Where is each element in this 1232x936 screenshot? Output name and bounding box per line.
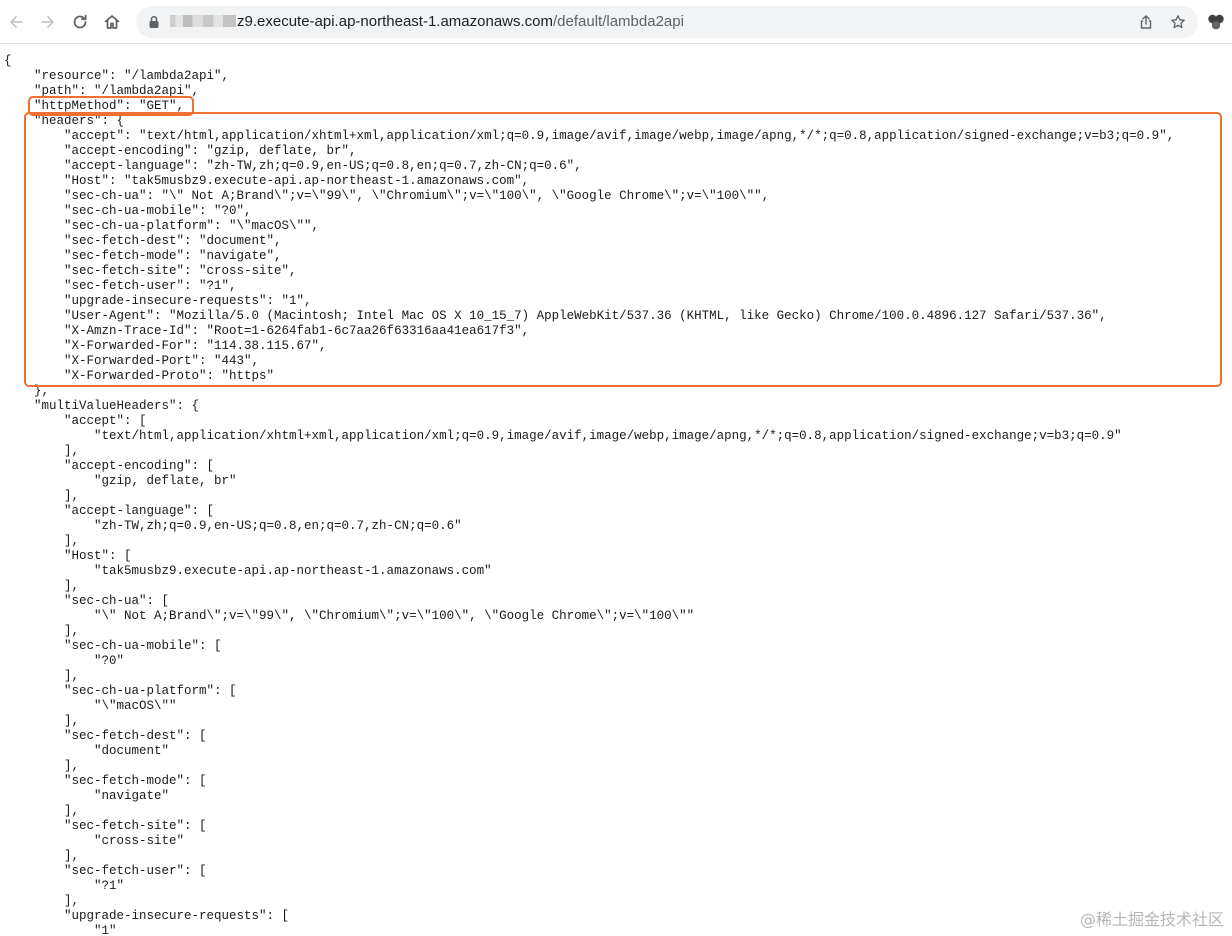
reload-button[interactable] [68,10,92,34]
code-line: "X-Forwarded-Port": "443", [4,354,260,368]
url-text[interactable]: z9.execute-api.ap-northeast-1.amazonaws.… [170,13,684,31]
code-line: "upgrade-insecure-requests": [ [4,909,290,923]
code-line: }, [4,384,50,398]
code-line: "cross-site" [4,834,185,848]
code-line: "Host": "tak5musbz9.execute-api.ap-north… [4,174,530,188]
code-line: "accept-language": "zh-TW,zh;q=0.9,en-US… [4,159,582,173]
bookmark-star-icon[interactable] [1170,14,1186,30]
code-line: "zh-TW,zh;q=0.9,en-US;q=0.8,en;q=0.7,zh-… [4,519,462,533]
url-host: z9.execute-api.ap-northeast-1.amazonaws.… [237,13,553,30]
code-line: "accept-language": [ [4,504,215,518]
share-icon[interactable] [1138,14,1154,30]
code-line: "X-Forwarded-Proto": "https" [4,369,275,383]
code-line: "sec-ch-ua-mobile": "?0", [4,204,252,218]
code-line: "sec-ch-ua-mobile": [ [4,639,222,653]
home-button[interactable] [100,10,124,34]
code-line: "path": "/lambda2api", [4,84,200,98]
code-line: "1" [4,924,117,936]
url-path: /default/lambda2api [553,13,684,30]
code-line: "sec-fetch-dest": "document", [4,234,282,248]
code-line: "sec-fetch-mode": "navigate", [4,249,282,263]
back-arrow-icon [10,16,23,28]
code-line: "sec-fetch-site": "cross-site", [4,264,297,278]
code-line: ], [4,489,80,503]
code-line: "document" [4,744,170,758]
back-button[interactable] [4,10,28,34]
code-line: ], [4,444,80,458]
code-line: "X-Amzn-Trace-Id": "Root=1-6264fab1-6c7a… [4,324,530,338]
lock-icon[interactable] [146,14,162,30]
code-line: "\"macOS\"" [4,699,177,713]
code-line: "multiValueHeaders": { [4,399,200,413]
code-line: "text/html,application/xhtml+xml,applica… [4,429,1122,443]
code-line: "sec-fetch-dest": [ [4,729,207,743]
code-line: "sec-fetch-user": [ [4,864,207,878]
code-line: "sec-ch-ua": "\" Not A;Brand\";v=\"99\",… [4,189,770,203]
extensions-icon[interactable] [1206,12,1226,32]
code-line: "sec-fetch-site": [ [4,819,207,833]
code-line: "headers": { [4,114,125,128]
code-line: ], [4,579,80,593]
code-line: "accept": "text/html,application/xhtml+x… [4,129,1175,143]
code-line: "sec-ch-ua-platform": [ [4,684,237,698]
browser-toolbar: z9.execute-api.ap-northeast-1.amazonaws.… [0,0,1232,44]
home-icon [104,15,120,29]
code-line: "sec-ch-ua": [ [4,594,170,608]
forward-arrow-icon [41,16,54,28]
reload-icon [73,14,87,29]
code-line: "sec-fetch-mode": [ [4,774,207,788]
code-line: "sec-ch-ua-platform": "\"macOS\"", [4,219,320,233]
code-line: "accept-encoding": "gzip, deflate, br", [4,144,357,158]
code-line: "?0" [4,654,125,668]
code-line: "resource": "/lambda2api", [4,69,230,83]
code-line: ], [4,624,80,638]
code-line: "gzip, deflate, br" [4,474,237,488]
address-bar[interactable]: z9.execute-api.ap-northeast-1.amazonaws.… [136,6,1198,38]
code-line: ], [4,534,80,548]
redacted-url-prefix [170,15,236,27]
code-line: "accept": [ [4,414,147,428]
code-line: { [4,54,12,68]
code-line: "tak5musbz9.execute-api.ap-northeast-1.a… [4,564,492,578]
json-code: { "resource": "/lambda2api", "path": "/l… [4,54,1226,936]
code-line: ], [4,849,80,863]
code-line: ], [4,759,80,773]
code-line: ], [4,714,80,728]
code-line: "\" Not A;Brand\";v=\"99\", \"Chromium\"… [4,609,695,623]
code-line: "accept-encoding": [ [4,459,215,473]
code-line: ], [4,894,80,908]
code-line: "httpMethod": "GET", [4,99,185,113]
code-line: "sec-fetch-user": "?1", [4,279,237,293]
forward-button[interactable] [36,10,60,34]
code-line: "?1" [4,879,125,893]
watermark: @稀土掘金技术社区 [1079,910,1224,929]
code-line: ], [4,669,80,683]
code-line: "Host": [ [4,549,132,563]
code-line: "X-Forwarded-For": "114.38.115.67", [4,339,327,353]
code-line: "navigate" [4,789,170,803]
code-line: "upgrade-insecure-requests": "1", [4,294,312,308]
json-viewer: { "resource": "/lambda2api", "path": "/l… [4,54,1226,936]
code-line: "User-Agent": "Mozilla/5.0 (Macintosh; I… [4,309,1107,323]
code-line: ], [4,804,80,818]
